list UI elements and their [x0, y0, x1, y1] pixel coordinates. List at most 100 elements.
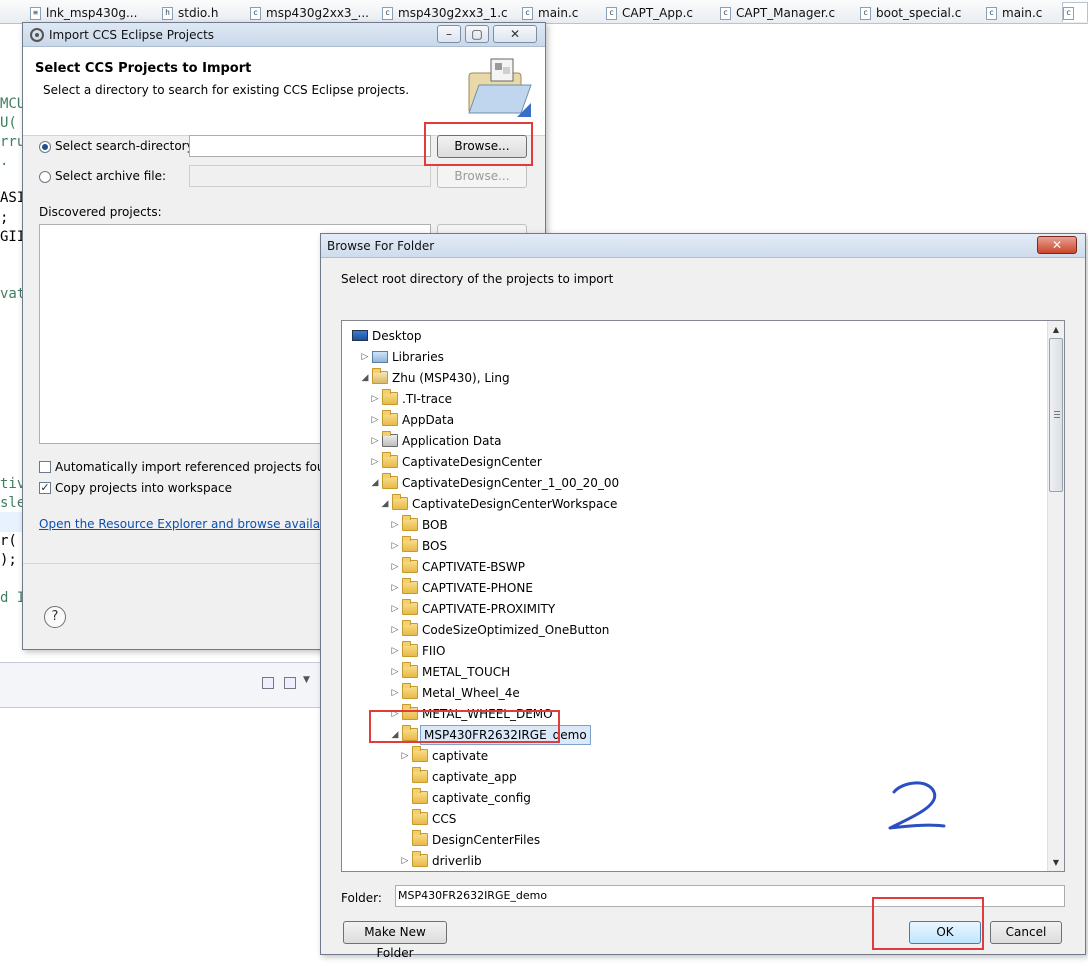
- close-button[interactable]: ✕: [1037, 236, 1077, 254]
- search-directory-radio[interactable]: [39, 141, 51, 153]
- tree-node-label: driverlib: [432, 854, 482, 868]
- close-button[interactable]: ✕: [493, 25, 537, 43]
- editor-tab[interactable]: c CAPT_Manager.c: [720, 3, 835, 23]
- editor-tab[interactable]: h stdio.h: [162, 3, 218, 23]
- folder-icon: [392, 494, 408, 510]
- expand-arrow-icon[interactable]: ▷: [390, 599, 400, 619]
- import-heading: Select CCS Projects to Import: [35, 61, 252, 76]
- editor-tab[interactable]: c msp430g2xx3_...: [250, 3, 369, 23]
- tree-node[interactable]: ▷ CAPTIVATE-PROXIMITY: [390, 599, 1050, 619]
- editor-tab[interactable]: c CAPT_App.c: [606, 3, 693, 23]
- folder-icon: [412, 788, 428, 804]
- tree-node[interactable]: ▷ CAPTIVATE-PHONE: [390, 578, 1050, 598]
- archive-file-radio[interactable]: [39, 171, 51, 183]
- tree-node[interactable]: ▷ BOB: [390, 515, 1050, 535]
- tree-node[interactable]: ▷ Libraries: [360, 347, 1020, 367]
- folder-icon: [402, 599, 418, 615]
- collapse-arrow-icon[interactable]: ◢: [360, 368, 370, 388]
- folder-tree[interactable]: Desktop ▷ Libraries ◢ Zhu (MSP430), Ling ▷ .TI…: [341, 320, 1065, 872]
- import-description: Select a directory to search for existin…: [43, 83, 410, 97]
- editor-tab[interactable]: c main.c: [986, 3, 1042, 23]
- editor-tab[interactable]: c main.c: [522, 3, 578, 23]
- editor-tab[interactable]: ≡ lnk_msp430g...: [30, 3, 137, 23]
- auto-import-checkbox[interactable]: [39, 461, 51, 473]
- tree-node-label: CAPTIVATE-PHONE: [422, 581, 533, 595]
- expand-arrow-icon[interactable]: ▷: [370, 452, 380, 472]
- tree-node[interactable]: DesignCenterFiles: [400, 830, 1060, 850]
- code-fragment: ;: [0, 210, 9, 226]
- minimize-button[interactable]: –: [437, 25, 461, 43]
- browse-highlight-box: [424, 122, 533, 166]
- ok-highlight-box: [872, 897, 984, 950]
- resource-explorer-link[interactable]: Open the Resource Explorer and browse av…: [39, 517, 364, 531]
- copy-projects-checkbox[interactable]: ✓: [39, 482, 51, 494]
- collapse-arrow-icon[interactable]: ◢: [380, 494, 390, 514]
- expand-arrow-icon[interactable]: ▷: [390, 557, 400, 577]
- code-fragment: r(: [0, 533, 17, 549]
- copy-projects-label: Copy projects into workspace: [55, 481, 233, 495]
- tree-scrollbar[interactable]: ▲ ▼: [1047, 321, 1064, 871]
- tree-node[interactable]: ◢ Zhu (MSP430), Ling: [360, 368, 1020, 388]
- tree-node[interactable]: ▷ CaptivateDesignCenter: [370, 452, 1030, 472]
- browse-folder-dialog: Browse For Folder ✕ Select root director…: [320, 233, 1086, 960]
- expand-arrow-icon[interactable]: ▷: [390, 578, 400, 598]
- scroll-up-arrow-icon[interactable]: ▲: [1048, 321, 1064, 338]
- editor-tab[interactable]: c msp430g2xx3_1.c: [382, 3, 508, 23]
- tree-node[interactable]: ◢ CaptivateDesignCenter_1_00_20_00: [370, 473, 1030, 493]
- tree-node[interactable]: ▷ AppData: [370, 410, 1030, 430]
- scroll-down-arrow-icon[interactable]: ▼: [1048, 854, 1064, 871]
- c-file-icon: c: [860, 7, 871, 20]
- search-directory-label: Select search-directory:: [55, 139, 197, 153]
- tree-node[interactable]: ▷ .TI-trace: [370, 389, 1030, 409]
- editor-tab-active[interactable]: c: [1062, 2, 1088, 22]
- desktop-icon: [352, 330, 368, 341]
- tree-node[interactable]: ▷ CAPTIVATE-BSWP: [390, 557, 1050, 577]
- maximize-button[interactable]: ▢: [465, 25, 489, 43]
- expand-arrow-icon[interactable]: ▷: [390, 641, 400, 661]
- tree-node[interactable]: ▷ BOS: [390, 536, 1050, 556]
- tree-node[interactable]: ◢ CaptivateDesignCenterWorkspace: [380, 494, 1040, 514]
- expand-arrow-icon[interactable]: ▷: [400, 851, 410, 871]
- c-file-icon: c: [720, 7, 731, 20]
- tree-node[interactable]: ▷ Metal_Wheel_4e: [390, 683, 1050, 703]
- expand-arrow-icon[interactable]: ▷: [390, 515, 400, 535]
- c-file-icon: c: [522, 7, 533, 20]
- tree-node[interactable]: ▷ METAL_TOUCH: [390, 662, 1050, 682]
- collapse-arrow-icon[interactable]: ◢: [370, 473, 380, 493]
- tree-node[interactable]: captivate_config: [400, 788, 1060, 808]
- search-directory-input[interactable]: [189, 135, 431, 157]
- tree-node[interactable]: ▷ FIIO: [390, 641, 1050, 661]
- tree-node[interactable]: captivate_app: [400, 767, 1060, 787]
- expand-arrow-icon[interactable]: ▷: [370, 431, 380, 451]
- editor-tab[interactable]: c boot_special.c: [860, 3, 961, 23]
- console-icon[interactable]: [284, 677, 296, 689]
- tree-node-label: CaptivateDesignCenter: [402, 455, 542, 469]
- expand-arrow-icon[interactable]: ▷: [390, 683, 400, 703]
- tree-node[interactable]: ▷ captivate: [400, 746, 1060, 766]
- scroll-thumb[interactable]: [1049, 338, 1063, 492]
- expand-arrow-icon[interactable]: ▷: [370, 389, 380, 409]
- tree-node[interactable]: ▷ Application Data: [370, 431, 1030, 451]
- tree-node[interactable]: CCS: [400, 809, 1060, 829]
- help-icon[interactable]: ?: [44, 606, 66, 628]
- pin-icon[interactable]: [262, 677, 274, 689]
- expand-arrow-icon[interactable]: ▷: [360, 347, 370, 367]
- expand-arrow-icon[interactable]: ▷: [400, 746, 410, 766]
- expand-arrow-icon[interactable]: ▷: [390, 662, 400, 682]
- expand-arrow-icon[interactable]: ▷: [370, 410, 380, 430]
- tree-node-label: METAL_TOUCH: [422, 665, 511, 679]
- make-new-folder-button[interactable]: Make New Folder: [343, 921, 447, 960]
- tree-node[interactable]: ▷ driverlib: [400, 851, 1060, 871]
- selected-folder-highlight-box: [369, 710, 560, 743]
- tree-node[interactable]: ▷ CodeSizeOptimized_OneButton: [390, 620, 1050, 640]
- folder-icon: [402, 515, 418, 531]
- tree-node-label: Metal_Wheel_4e: [422, 686, 520, 700]
- view-menu-icon[interactable]: ▼: [303, 675, 310, 685]
- tree-node[interactable]: Desktop: [350, 326, 1010, 346]
- expand-arrow-icon[interactable]: ▷: [390, 536, 400, 556]
- cancel-button[interactable]: Cancel: [990, 921, 1062, 944]
- tree-node-label: DesignCenterFiles: [432, 833, 541, 847]
- expand-arrow-icon[interactable]: ▷: [390, 620, 400, 640]
